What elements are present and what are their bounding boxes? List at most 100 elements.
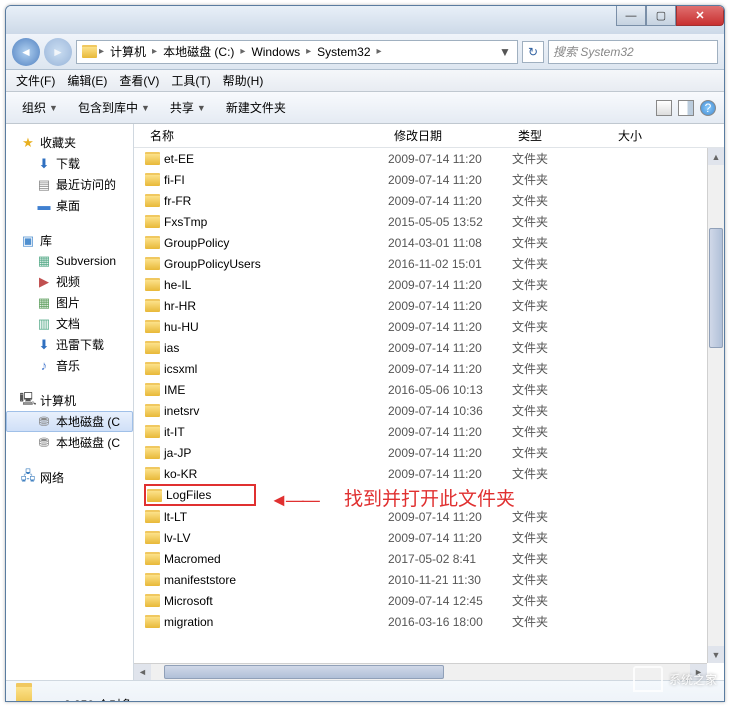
file-list[interactable]: et-EE2009-07-14 11:20文件夹fi-FI2009-07-14 … — [134, 148, 724, 680]
file-row[interactable]: lt-LT2009-07-14 11:20文件夹 — [144, 506, 724, 527]
body: ★收藏夹 ⬇下载 ▤最近访问的 ▬桌面 ▣库 ▦Subversion ▶视频 ▦… — [6, 124, 724, 680]
scrollbar-vertical[interactable]: ▲ ▼ — [707, 148, 724, 663]
sidebar-drive-c[interactable]: ⛃本地磁盘 (C — [6, 411, 133, 432]
refresh-button[interactable]: ↻ — [522, 41, 544, 63]
address-dropdown[interactable]: ▼ — [497, 45, 513, 59]
breadcrumb-computer[interactable]: 计算机 — [106, 41, 150, 62]
sidebar-network[interactable]: 🖧网络 — [6, 467, 133, 488]
close-button[interactable]: ✕ — [676, 6, 724, 26]
file-date: 2009-07-14 11:20 — [388, 467, 512, 481]
new-folder-button[interactable]: 新建文件夹 — [218, 95, 294, 120]
file-row[interactable]: lv-LV2009-07-14 11:20文件夹 — [144, 527, 724, 548]
sidebar-documents[interactable]: ▥文档 — [6, 313, 133, 334]
sidebar-recent[interactable]: ▤最近访问的 — [6, 174, 133, 195]
file-row[interactable]: hr-HR2009-07-14 11:20文件夹 — [144, 295, 724, 316]
file-row[interactable]: et-EE2009-07-14 11:20文件夹 — [144, 148, 724, 169]
file-row[interactable]: fr-FR2009-07-14 11:20文件夹 — [144, 190, 724, 211]
file-row[interactable]: GroupPolicy2014-03-01 11:08文件夹 — [144, 232, 724, 253]
music-icon: ♪ — [36, 358, 52, 374]
scroll-left-button[interactable]: ◄ — [134, 664, 151, 680]
address-bar[interactable]: ▸ 计算机 ▸ 本地磁盘 (C:) ▸ Windows ▸ System32 ▸… — [76, 40, 518, 64]
menu-file[interactable]: 文件(F) — [10, 69, 61, 92]
file-row[interactable]: Microsoft2009-07-14 12:45文件夹 — [144, 590, 724, 611]
menu-edit[interactable]: 编辑(E) — [61, 69, 113, 92]
sidebar-music[interactable]: ♪音乐 — [6, 355, 133, 376]
file-row[interactable]: hu-HU2009-07-14 11:20文件夹 — [144, 316, 724, 337]
col-type[interactable]: 类型 — [512, 123, 612, 148]
breadcrumb-windows[interactable]: Windows — [247, 43, 304, 61]
file-row[interactable]: Macromed2017-05-02 8:41文件夹 — [144, 548, 724, 569]
sidebar-pictures[interactable]: ▦图片 — [6, 292, 133, 313]
preview-pane-button[interactable] — [678, 100, 694, 116]
sidebar-drive-c2[interactable]: ⛃本地磁盘 (C — [6, 432, 133, 453]
sidebar-subversion[interactable]: ▦Subversion — [6, 251, 133, 271]
status-bar: 2,850 个对象 — [6, 680, 724, 702]
titlebar[interactable]: — ▢ ✕ — [6, 6, 724, 34]
file-type: 文件夹 — [512, 529, 612, 546]
share-button[interactable]: 共享▼ — [162, 95, 214, 120]
file-row[interactable]: GroupPolicyUsers2016-11-02 15:01文件夹 — [144, 253, 724, 274]
scrollbar-horizontal[interactable]: ◄ ► — [134, 663, 707, 680]
menu-tools[interactable]: 工具(T) — [165, 69, 216, 92]
file-row[interactable]: inetsrv2009-07-14 10:36文件夹 — [144, 400, 724, 421]
library-icon: ▣ — [20, 233, 36, 249]
file-name: hu-HU — [164, 320, 199, 334]
folder-icon — [144, 214, 160, 230]
sidebar-downloads[interactable]: ⬇下载 — [6, 153, 133, 174]
file-row[interactable]: ja-JP2009-07-14 11:20文件夹 — [144, 442, 724, 463]
file-row[interactable]: migration2016-03-16 18:00文件夹 — [144, 611, 724, 632]
sidebar-computer[interactable]: 🖳计算机 — [6, 390, 133, 411]
scroll-thumb-h[interactable] — [164, 665, 444, 679]
folder-icon — [144, 340, 160, 356]
col-name[interactable]: 名称 — [144, 123, 388, 148]
breadcrumb-system32[interactable]: System32 — [313, 43, 374, 61]
file-row[interactable]: manifeststore2010-11-21 11:30文件夹 — [144, 569, 724, 590]
file-row[interactable]: ko-KR2009-07-14 11:20文件夹 — [144, 463, 724, 484]
file-type: 文件夹 — [512, 465, 612, 482]
folder-icon — [144, 551, 160, 567]
help-button[interactable]: ? — [700, 100, 716, 116]
scroll-down-button[interactable]: ▼ — [708, 646, 724, 663]
file-type: 文件夹 — [512, 571, 612, 588]
menu-view[interactable]: 查看(V) — [113, 69, 165, 92]
breadcrumb-drive[interactable]: 本地磁盘 (C:) — [159, 41, 238, 62]
file-name: he-IL — [164, 278, 191, 292]
view-options-button[interactable] — [656, 100, 672, 116]
star-icon: ★ — [20, 135, 36, 151]
file-date: 2009-07-14 11:20 — [388, 152, 512, 166]
menu-help[interactable]: 帮助(H) — [217, 69, 270, 92]
file-type: 文件夹 — [512, 444, 612, 461]
col-size[interactable]: 大小 — [612, 123, 724, 148]
file-row[interactable]: LogFiles — [144, 484, 256, 506]
sidebar-favorites[interactable]: ★收藏夹 — [6, 132, 133, 153]
file-row[interactable]: he-IL2009-07-14 11:20文件夹 — [144, 274, 724, 295]
file-row[interactable]: it-IT2009-07-14 11:20文件夹 — [144, 421, 724, 442]
maximize-button[interactable]: ▢ — [646, 6, 676, 26]
file-row[interactable]: icsxml2009-07-14 11:20文件夹 — [144, 358, 724, 379]
sidebar-xunlei[interactable]: ⬇迅雷下载 — [6, 334, 133, 355]
file-row[interactable]: fi-FI2009-07-14 11:20文件夹 — [144, 169, 724, 190]
folder-icon — [144, 445, 160, 461]
file-date: 2016-11-02 15:01 — [388, 257, 512, 271]
file-name: FxsTmp — [164, 215, 207, 229]
col-date[interactable]: 修改日期 — [388, 123, 512, 148]
file-row[interactable]: IME2016-05-06 10:13文件夹 — [144, 379, 724, 400]
scroll-up-button[interactable]: ▲ — [708, 148, 724, 165]
network-icon: 🖧 — [20, 470, 36, 486]
sidebar-desktop[interactable]: ▬桌面 — [6, 195, 133, 216]
file-type: 文件夹 — [512, 297, 612, 314]
sidebar-libraries[interactable]: ▣库 — [6, 230, 133, 251]
nav-back-button[interactable]: ◄ — [12, 38, 40, 66]
file-row[interactable]: FxsTmp2015-05-05 13:52文件夹 — [144, 211, 724, 232]
sidebar-videos[interactable]: ▶视频 — [6, 271, 133, 292]
file-row[interactable]: ias2009-07-14 11:20文件夹 — [144, 337, 724, 358]
minimize-button[interactable]: — — [616, 6, 646, 26]
file-type: 文件夹 — [512, 613, 612, 630]
organize-button[interactable]: 组织▼ — [14, 95, 66, 120]
search-input[interactable]: 搜索 System32 — [548, 40, 718, 64]
file-name: icsxml — [164, 362, 197, 376]
include-in-library-button[interactable]: 包含到库中▼ — [70, 95, 158, 120]
scroll-thumb-v[interactable] — [709, 228, 723, 348]
nav-forward-button[interactable]: ► — [44, 38, 72, 66]
file-type: 文件夹 — [512, 171, 612, 188]
